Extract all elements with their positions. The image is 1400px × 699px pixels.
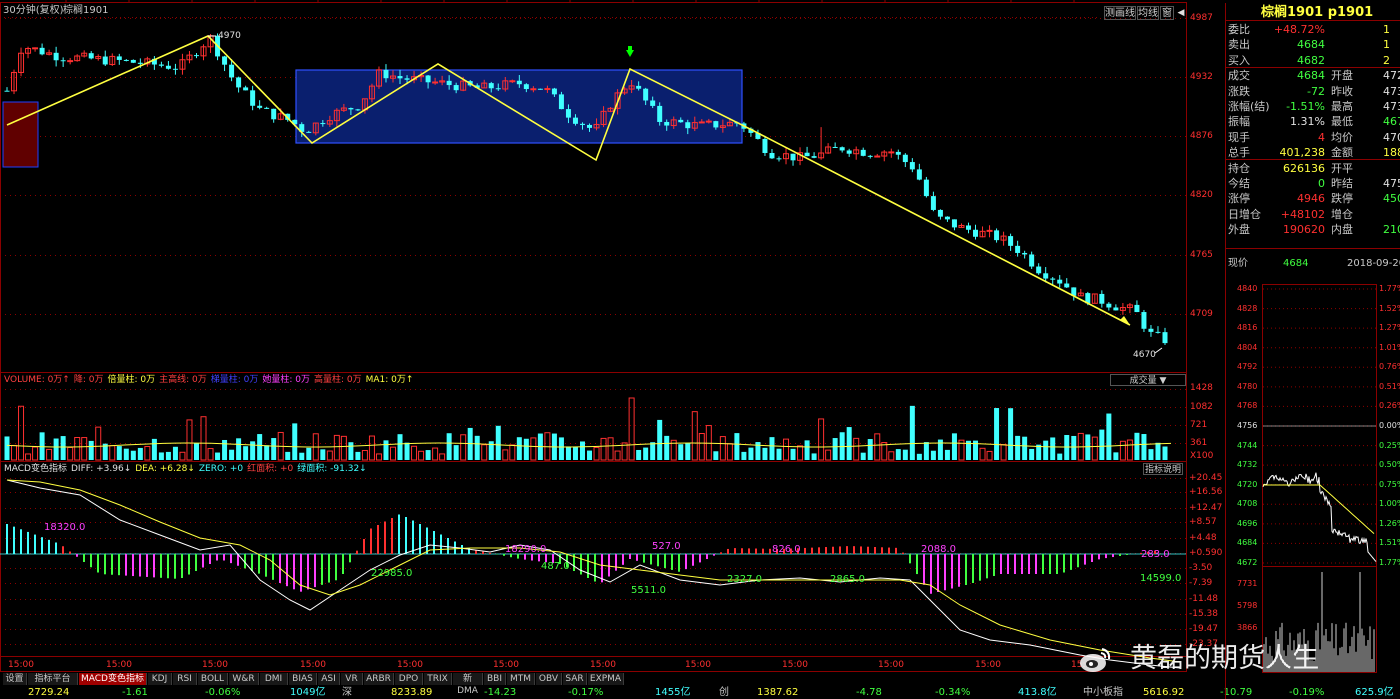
mini-price-label: 4792 bbox=[1237, 362, 1258, 372]
mini-price-label: 4696 bbox=[1237, 518, 1258, 528]
mini-price-label: 4720 bbox=[1237, 479, 1258, 489]
mini-pct-label: 1.52% bbox=[1379, 303, 1400, 313]
mini-price-line bbox=[1262, 472, 1377, 562]
mini-pct-label: 0.51% bbox=[1379, 381, 1400, 391]
mini-pct-label: 0.25% bbox=[1379, 440, 1400, 450]
mini-pct-label: 0.26% bbox=[1379, 401, 1400, 411]
mini-vol-label: 5798 bbox=[1237, 601, 1258, 610]
mini-price-label: 4804 bbox=[1237, 342, 1258, 352]
mini-price-label: 4840 bbox=[1237, 284, 1258, 293]
futures-chart-window: 30分钟(复权) 棕榈1901 测画线 均线 窗 ◀ 4987 4932 4876 4… bbox=[0, 0, 1400, 699]
mini-pct-label: 0.00% bbox=[1379, 421, 1400, 430]
mini-price-label: 4672 bbox=[1237, 558, 1258, 567]
weibo-logo-icon bbox=[1078, 645, 1112, 675]
mini-price-label: 4780 bbox=[1237, 381, 1258, 391]
mini-pct-label: 1.77% bbox=[1379, 284, 1400, 293]
mini-price-label: 4828 bbox=[1237, 303, 1258, 313]
mini-vol-label: 3866 bbox=[1237, 623, 1258, 632]
mini-pct-label: 1.26% bbox=[1379, 518, 1400, 528]
mini-price-label: 4816 bbox=[1237, 323, 1258, 333]
mini-pct-label: 1.01% bbox=[1379, 342, 1400, 352]
watermark-text: 黄磊的期货人生 bbox=[1130, 643, 1319, 674]
mini-price-label: 4744 bbox=[1237, 440, 1258, 450]
mini-price-label: 4684 bbox=[1237, 538, 1258, 548]
mini-price-label: 4768 bbox=[1237, 401, 1258, 411]
mini-pct-label: 0.75% bbox=[1379, 479, 1400, 489]
mini-price-label: 4708 bbox=[1237, 499, 1258, 509]
mini-price-label: 4756 bbox=[1237, 421, 1258, 430]
mini-pct-label: 0.50% bbox=[1379, 460, 1400, 470]
mini-pct-label: 1.27% bbox=[1379, 323, 1400, 333]
mini-vol-label: 7731 bbox=[1237, 579, 1258, 588]
mini-avg-line bbox=[1263, 484, 1375, 534]
mini-price-label: 4732 bbox=[1237, 460, 1258, 470]
mini-pct-label: 1.77% bbox=[1379, 558, 1400, 567]
intraday-mini-chart bbox=[1225, 3, 1377, 699]
mini-pct-label: 0.76% bbox=[1379, 362, 1400, 372]
mini-pct-label: 1.51% bbox=[1379, 538, 1400, 548]
mini-pct-label: 1.00% bbox=[1379, 499, 1400, 509]
